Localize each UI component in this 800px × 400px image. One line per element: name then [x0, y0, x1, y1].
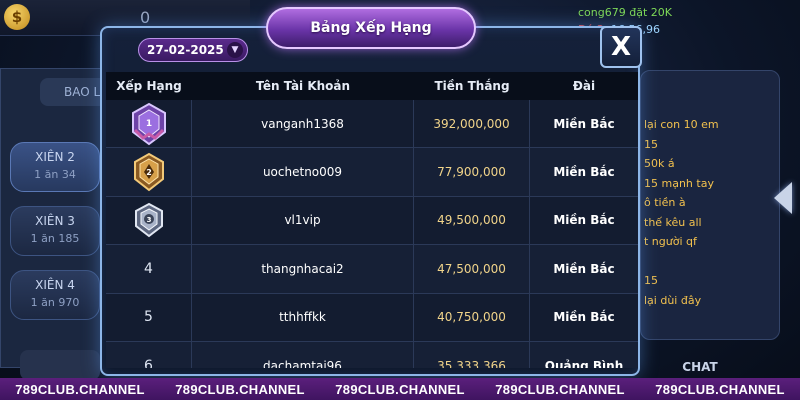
arrow-left-icon[interactable] [774, 182, 792, 214]
xien-title: XIÊN 4 [35, 278, 75, 292]
account-name: tthhffkk [192, 293, 414, 341]
watermark-text: 789CLUB.CHANNEL [495, 381, 625, 397]
table-row: 3 vl1vip 49,500,000 Miền Bắc [106, 196, 638, 246]
account-name: dachamtai96 [192, 341, 414, 368]
column-header-winnings: Tiền Thắng [434, 79, 510, 93]
xien-title: XIÊN 2 [35, 150, 75, 164]
winnings-amount: 392,000,000 [414, 100, 530, 148]
column-header-rank: Xếp Hạng [116, 79, 182, 93]
feed-line: cong679 đặt 20K [578, 6, 672, 19]
region-name: Quảng Bình [544, 358, 624, 368]
xien-odds: 1 ăn 34 [34, 168, 76, 181]
chat-line: lại con 10 em [644, 118, 719, 131]
winnings-amount: 47,500,000 [414, 245, 530, 293]
date-dropdown[interactable]: 27-02-2025 ▼ [138, 38, 248, 62]
rank-1-medal-icon: 1 [106, 100, 192, 148]
region-name: Miền Bắc [553, 213, 615, 228]
xien-odds: 1 ăn 185 [30, 232, 80, 245]
winnings-amount: 35,333,366 [414, 341, 530, 368]
rank-3-medal-icon: 3 [106, 196, 192, 245]
watermark-strip: 789CLUB.CHANNEL 789CLUB.CHANNEL 789CLUB.… [0, 378, 800, 400]
svg-text:2: 2 [146, 168, 152, 177]
chat-line: 15 [644, 137, 658, 151]
xien-odds: 1 ăn 970 [30, 296, 80, 309]
leaderboard-rows: 1 vanganh1368 392,000,000 Miền Bắc 2 uoc… [106, 100, 638, 368]
chevron-down-icon: ▼ [227, 42, 243, 58]
balance-value: 0 [140, 8, 151, 27]
table-row: 5 tthhffkk 40,750,000 Miền Bắc [106, 293, 638, 342]
watermark-text: 789CLUB.CHANNEL [175, 381, 305, 397]
rank-2-medal-icon: 2 [106, 148, 192, 196]
account-name: vl1vip [192, 196, 414, 245]
watermark-text: 789CLUB.CHANNEL [15, 381, 145, 397]
table-row: 4 thangnhacai2 47,500,000 Miền Bắc [106, 245, 638, 294]
column-header-region: Đài [572, 79, 596, 93]
xien-3-button[interactable]: XIÊN 3 1 ăn 185 [10, 206, 100, 256]
watermark-text: 789CLUB.CHANNEL [655, 381, 785, 397]
account-name: thangnhacai2 [192, 245, 414, 293]
chat-line: ô tiền à [644, 196, 686, 209]
winnings-amount: 40,750,000 [414, 293, 530, 341]
region-name: Miền Bắc [553, 116, 615, 131]
winnings-amount: 77,900,000 [414, 148, 530, 196]
chat-button[interactable]: CHAT [640, 360, 760, 380]
column-header-account: Tên Tài Khoản [255, 79, 351, 93]
table-header: Xếp Hạng Tên Tài Khoản Tiền Thắng Đài [106, 72, 638, 100]
chat-line: 50k á [644, 157, 675, 170]
watermark-text: 789CLUB.CHANNEL [335, 381, 465, 397]
date-value: 27-02-2025 [147, 43, 224, 57]
modal-title: Bảng Xếp Hạng [266, 7, 476, 49]
chat-line: thế kêu all [644, 215, 702, 229]
svg-text:1: 1 [145, 119, 151, 129]
svg-text:3: 3 [146, 216, 151, 224]
xien-title: XIÊN 3 [35, 214, 75, 228]
chat-line: lại dùi đây [644, 293, 702, 307]
rank-number: 5 [106, 293, 192, 341]
chat-line: t người qf [644, 235, 697, 248]
chat-messages: lại con 10 em 15 50k á 15 mạnh tay ô tiề… [644, 115, 774, 310]
region-name: Miền Bắc [553, 165, 615, 180]
chat-line: 15 mạnh tay [644, 176, 714, 190]
account-name: uochetno009 [192, 148, 414, 196]
left-bottom-button[interactable] [20, 350, 100, 380]
region-name: Miền Bắc [553, 261, 615, 276]
rank-number: 4 [106, 245, 192, 293]
xien-2-button[interactable]: XIÊN 2 1 ăn 34 [10, 142, 100, 192]
chat-line: 15 [644, 274, 658, 287]
table-row: 1 vanganh1368 392,000,000 Miền Bắc [106, 100, 638, 149]
xien-4-button[interactable]: XIÊN 4 1 ăn 970 [10, 270, 100, 320]
region-name: Miền Bắc [553, 310, 615, 325]
coin-icon: $ [4, 4, 30, 30]
rank-number: 6 [106, 341, 192, 368]
account-name: vanganh1368 [192, 100, 414, 148]
chat-line [644, 252, 774, 272]
winnings-amount: 49,500,000 [414, 196, 530, 245]
close-button[interactable]: X [600, 26, 642, 68]
table-row: 2 uochetno009 77,900,000 Miền Bắc [106, 148, 638, 197]
table-row: 6 dachamtai96 35,333,366 Quảng Bình [106, 341, 638, 368]
